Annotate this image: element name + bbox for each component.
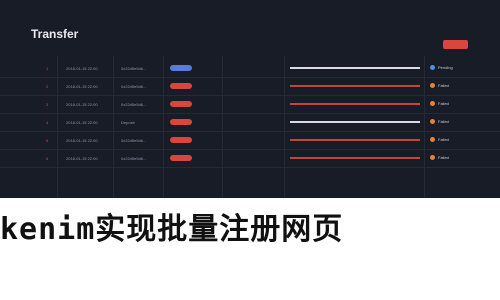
type-badge xyxy=(170,101,192,107)
transfer-table: 1 2018-01-15 22:00 0x22d5e5d6... Pending 2 20… xyxy=(0,56,500,198)
status-label: Failed xyxy=(438,155,449,160)
row-index: 5 xyxy=(46,138,49,143)
row-date: 2018-01-15 22:00 xyxy=(66,120,98,125)
transfer-panel: Transfer 1 2018-01-15 22:00 0x22d5e5d6... P… xyxy=(0,0,500,198)
top-action-button[interactable] xyxy=(443,40,468,49)
row-date: 2018-01-15 22:00 xyxy=(66,84,98,89)
status-dot-icon xyxy=(430,101,435,106)
row-account: 0x22d5e5d6... xyxy=(121,84,147,89)
status-dot-icon xyxy=(430,119,435,124)
hash-bar xyxy=(290,67,420,69)
status-label: Failed xyxy=(438,101,449,106)
row-index: 6 xyxy=(46,156,49,161)
hash-bar xyxy=(290,121,420,123)
status-dot-icon xyxy=(430,155,435,160)
row-index: 3 xyxy=(46,102,49,107)
panel-title: Transfer xyxy=(31,27,79,41)
type-badge xyxy=(170,119,192,125)
row-date: 2018-01-15 22:00 xyxy=(66,102,98,107)
hash-bar xyxy=(290,103,420,105)
status-dot-icon xyxy=(430,137,435,142)
status-label: Pending xyxy=(438,65,453,70)
row-divider xyxy=(0,95,500,96)
row-index: 1 xyxy=(46,66,49,71)
status-label: Failed xyxy=(438,137,449,142)
type-badge xyxy=(170,155,192,161)
type-badge xyxy=(170,137,192,143)
row-date: 2018-01-15 22:00 xyxy=(66,66,98,71)
row-account: 0x22d5e5d6... xyxy=(121,66,147,71)
hash-bar xyxy=(290,85,420,87)
type-badge xyxy=(170,83,192,89)
status-label: Failed xyxy=(438,119,449,124)
status-dot-icon xyxy=(430,65,435,70)
row-date: 2018-01-15 22:00 xyxy=(66,138,98,143)
row-divider xyxy=(0,149,500,150)
row-account: 0x22d5e5d6... xyxy=(121,102,147,107)
row-divider xyxy=(0,167,500,168)
row-account: 0x22d5e5d6... xyxy=(121,138,147,143)
row-divider xyxy=(0,131,500,132)
hash-bar xyxy=(290,139,420,141)
row-account: 0x22d5e5d6... xyxy=(121,156,147,161)
hash-bar xyxy=(290,157,420,159)
row-index: 2 xyxy=(46,84,49,89)
row-divider xyxy=(0,113,500,114)
status-dot-icon xyxy=(430,83,435,88)
row-divider xyxy=(0,77,500,78)
type-badge xyxy=(170,65,192,71)
page-caption: kenim实现批量注册网页 xyxy=(0,212,344,247)
row-index: 4 xyxy=(46,120,49,125)
row-account: Deposit xyxy=(121,120,135,125)
row-date: 2018-01-15 22:00 xyxy=(66,156,98,161)
status-label: Failed xyxy=(438,83,449,88)
